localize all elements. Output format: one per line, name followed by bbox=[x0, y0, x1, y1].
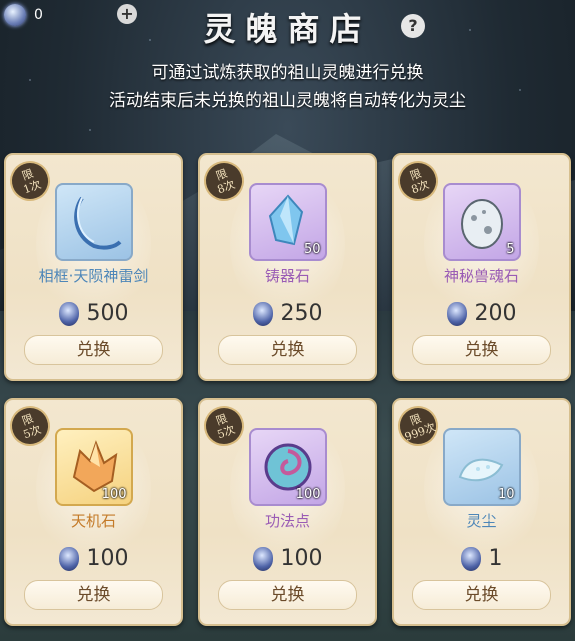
limit-badge: 限 8次 bbox=[200, 155, 250, 207]
soul-gem-icon bbox=[252, 546, 273, 571]
item-name: 灵尘 bbox=[466, 512, 497, 530]
item-name: 天机石 bbox=[70, 512, 116, 530]
price-row: 100 bbox=[200, 546, 375, 571]
item-price: 100 bbox=[280, 546, 323, 571]
item-quantity: 5 bbox=[506, 242, 515, 257]
exchange-button[interactable]: 兑换 bbox=[218, 335, 357, 365]
item-price: 1 bbox=[488, 546, 503, 571]
price-row: 100 bbox=[6, 546, 181, 571]
soul-gem-icon bbox=[58, 546, 79, 571]
item-name: 功法点 bbox=[264, 512, 310, 530]
item-slot[interactable]: 5 bbox=[442, 183, 521, 261]
limit-badge: 限 5次 bbox=[200, 400, 250, 452]
item-name: 相框·天陨神雷剑 bbox=[38, 267, 149, 285]
item-slot[interactable]: 50 bbox=[248, 183, 327, 261]
item-price: 250 bbox=[280, 301, 323, 326]
egg-stone-icon bbox=[460, 199, 503, 249]
soul-gem-icon bbox=[58, 301, 79, 326]
item-quantity: 100 bbox=[295, 487, 321, 502]
frame-ring-icon bbox=[73, 196, 121, 250]
exchange-button[interactable]: 兑换 bbox=[24, 580, 163, 610]
item-price: 500 bbox=[86, 301, 129, 326]
limit-badge: 限 5次 bbox=[6, 400, 56, 452]
shop-item-card: 限 8次 5 神秘兽魂石 200 兑换 bbox=[392, 153, 571, 381]
exchange-button[interactable]: 兑换 bbox=[412, 335, 551, 365]
item-slot[interactable]: 10 bbox=[442, 428, 521, 506]
item-name: 神秘兽魂石 bbox=[443, 267, 519, 285]
price-row: 200 bbox=[394, 301, 569, 326]
item-quantity: 100 bbox=[101, 487, 127, 502]
price-row: 500 bbox=[6, 301, 181, 326]
item-quantity: 10 bbox=[497, 487, 515, 502]
shop-item-card: 限 5次 100 功法点 100 兑换 bbox=[198, 398, 377, 626]
soul-gem-icon bbox=[252, 301, 273, 326]
description-line-1: 可通过试炼获取的祖山灵魄进行兑换 bbox=[151, 63, 424, 83]
item-slot[interactable]: 100 bbox=[54, 428, 133, 506]
limit-badge: 限 1次 bbox=[6, 155, 56, 207]
item-name: 铸器石 bbox=[264, 267, 310, 285]
shop-item-card: 限 1次 相框·天陨神雷剑 500 兑换 bbox=[4, 153, 183, 381]
item-slot[interactable] bbox=[54, 183, 133, 261]
shop-item-card: 限 999次 10 灵尘 1 兑换 bbox=[392, 398, 571, 626]
item-price: 100 bbox=[86, 546, 129, 571]
limit-badge: 限 8次 bbox=[394, 155, 444, 207]
price-row: 1 bbox=[394, 546, 569, 571]
item-slot[interactable]: 100 bbox=[248, 428, 327, 506]
shop-item-card: 限 5次 100 天机石 100 兑换 bbox=[4, 398, 183, 626]
limit-badge: 限 999次 bbox=[394, 400, 444, 452]
help-button[interactable]: ? bbox=[401, 14, 425, 38]
exchange-button[interactable]: 兑换 bbox=[24, 335, 163, 365]
shop-item-card: 限 8次 50 铸器石 250 兑换 bbox=[198, 153, 377, 381]
limit-count: 999次 bbox=[402, 420, 438, 444]
description-line-2: 活动结束后未兑换的祖山灵魄将自动转化为灵尘 bbox=[109, 91, 466, 111]
item-quantity: 50 bbox=[303, 242, 321, 257]
soul-gem-icon bbox=[460, 546, 481, 571]
soul-gem-icon bbox=[446, 301, 467, 326]
page-title: 灵魄商店 bbox=[203, 10, 372, 48]
exchange-button[interactable]: 兑换 bbox=[218, 580, 357, 610]
price-row: 250 bbox=[200, 301, 375, 326]
item-price: 200 bbox=[474, 301, 517, 326]
exchange-button[interactable]: 兑换 bbox=[412, 580, 551, 610]
